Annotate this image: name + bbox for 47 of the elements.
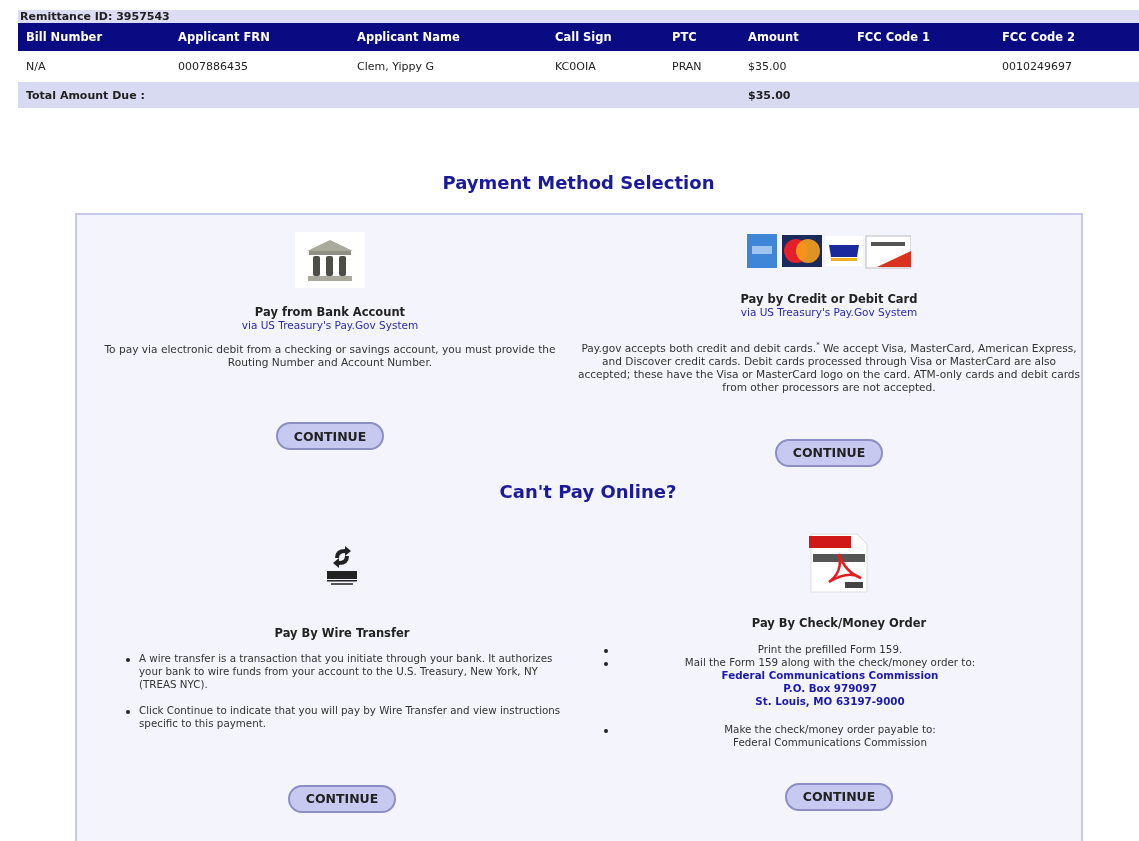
table-cell: 0007886435 [170,51,349,82]
instruction-text: Click Continue to indicate that you will pay by Wire Transfer and view instructions specific to this payment. [139,703,561,730]
table-cell: PRAN [664,51,740,82]
option-description: To pay via electronic debit from a checking or savings account, you must provide the Routing Number and Account Number. [103,343,557,369]
section-heading: Can't Pay Online? [498,480,678,502]
table-cell: Clem, Yippy G [349,51,547,82]
instruction-text: Mail the Form 159 along with the check/money order to: [683,655,977,669]
total-label: Total Amount Due : [18,82,740,108]
mailing-address-line: Federal Communications Commission [720,668,940,682]
option-title: Pay By Wire Transfer [274,625,410,640]
bullet-icon [126,709,130,714]
bullet-icon [126,657,130,662]
option-description: Pay.gov accepts both credit and debit cards.$^{*}$ We accept Visa, MasterCard, American Express, and Discover credit cards. Debit cards processed through Visa or MasterCard are also accepted; these have the Visa or MasterCard logo on the card. ATM-only cards and debit cards from other processors are not accepted. [576,340,1082,394]
instruction-text: A wire transfer is a transaction that you initiate through your bank. It authorizes your bank to wire funds from your account to the U.S. Treasury, New York, NY (TREAS NYC). [139,651,554,691]
column-header: PTC [664,23,740,51]
instruction-text: Make the check/money order payable to: [723,722,937,736]
instruction-text: Print the prefilled Form 159. [756,642,904,656]
table-cell: KC0OIA [547,51,664,82]
table-cell: N/A [18,51,170,82]
bullet-icon [604,728,608,733]
bank-icon [295,232,365,288]
option-subtitle: via US Treasury's Pay.Gov System [241,319,419,331]
column-header: Amount [740,23,849,51]
section-heading: Payment Method Selection [441,172,716,193]
mailing-address-line: P.O. Box 979097 [782,681,878,695]
continue-button[interactable]: CONTINUE [276,422,384,450]
mailing-address-line: St. Louis, MO 63197-9000 [754,694,906,708]
continue-button[interactable]: CONTINUE [785,782,893,811]
continue-button[interactable]: CONTINUE [288,784,396,813]
option-title: Pay by Credit or Debit Card [740,292,918,306]
option-title: Pay By Check/Money Order [751,615,927,630]
column-header: Bill Number [18,23,170,51]
column-header: Applicant Name [349,23,547,51]
bullet-icon [604,648,608,653]
bullet-icon [604,661,608,666]
instruction-text: Federal Communications Commission [732,735,928,749]
table-cell: 0010249697 [994,51,1139,82]
total-amount: $35.00 [740,82,849,108]
table-cell: $35.00 [740,51,849,82]
column-header: FCC Code 2 [994,23,1139,51]
pdf-document-icon [809,531,869,594]
continue-button[interactable]: CONTINUE [775,438,883,467]
column-header: Call Sign [547,23,664,51]
option-subtitle: via US Treasury's Pay.Gov System [740,306,918,318]
column-header: FCC Code 1 [849,23,994,51]
column-header: Applicant FRN [170,23,349,51]
option-title: Pay from Bank Account [254,305,406,319]
